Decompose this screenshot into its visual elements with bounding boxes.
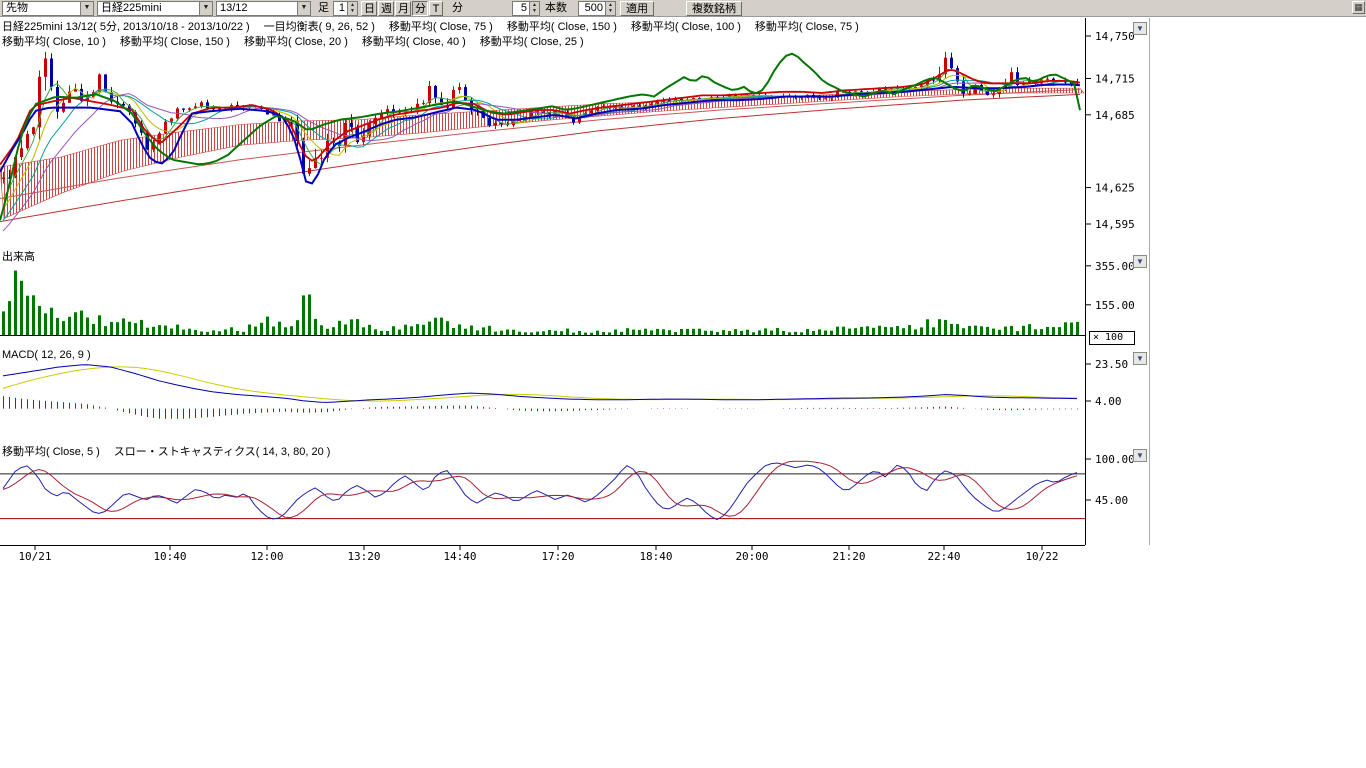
volume-panel-label: 出来高	[2, 251, 35, 264]
svg-text:10/21: 10/21	[18, 550, 51, 563]
period-minute-button[interactable]: 分	[412, 1, 428, 16]
legend-ma150b: 移動平均( Close, 150 )	[120, 36, 230, 49]
apply-button[interactable]: 適用	[620, 1, 654, 16]
multi-symbol-button[interactable]: 複数銘柄	[686, 1, 742, 16]
svg-text:100.00: 100.00	[1095, 453, 1135, 466]
symbol-select-value: 日経225mini	[98, 2, 199, 15]
chevron-down-icon[interactable]: ▼	[297, 2, 310, 15]
minute-value: 5	[513, 2, 529, 15]
spin-down-icon[interactable]: ▼	[606, 8, 615, 14]
trading-app-window: { "toolbar": { "market_select": "先物", "s…	[0, 0, 1366, 768]
minute-stepper[interactable]: 5 ▲▼	[512, 1, 540, 16]
svg-text:355.00: 355.00	[1095, 260, 1135, 273]
interval-value: 1	[334, 2, 347, 15]
legend-ichimoku: 一目均衡表( 9, 26, 52 )	[264, 21, 375, 34]
bar-type-label: 足	[318, 1, 329, 15]
macd-panel-label: MACD( 12, 26, 9 )	[2, 349, 91, 362]
spin-down-icon[interactable]: ▼	[348, 8, 357, 14]
volume-multiplier-badge: × 100	[1089, 331, 1135, 345]
legend-ma75b: 移動平均( Close, 75 )	[755, 21, 859, 34]
stoch-ma-label: 移動平均( Close, 5 )	[2, 446, 100, 459]
period-tick-button[interactable]: T	[429, 1, 443, 16]
interval-stepper[interactable]: 1 ▲▼	[333, 1, 358, 16]
contract-select[interactable]: 13/12 ▼	[216, 1, 311, 16]
svg-text:21:20: 21:20	[832, 550, 865, 563]
svg-text:12:00: 12:00	[250, 550, 283, 563]
stoch-panel-menu-arrow-icon[interactable]: ▼	[1133, 449, 1147, 462]
market-select[interactable]: 先物 ▼	[2, 1, 94, 16]
layout-grid-icon[interactable]: ▦	[1352, 1, 1365, 14]
chevron-down-icon[interactable]: ▼	[80, 2, 93, 15]
svg-text:13:20: 13:20	[347, 550, 380, 563]
legend-ma10: 移動平均( Close, 10 )	[2, 36, 106, 49]
bars-value: 500	[579, 2, 605, 15]
svg-text:14:40: 14:40	[443, 550, 476, 563]
svg-text:14,625: 14,625	[1095, 182, 1135, 195]
price-legend-row1: 日経225mini 13/12( 5分, 2013/10/18 - 2013/1…	[2, 21, 859, 34]
legend-ma40: 移動平均( Close, 40 )	[362, 36, 466, 49]
svg-text:155.00: 155.00	[1095, 299, 1135, 312]
svg-text:22:40: 22:40	[927, 550, 960, 563]
svg-text:4.00: 4.00	[1095, 395, 1122, 408]
svg-text:18:40: 18:40	[639, 550, 672, 563]
svg-text:10/22: 10/22	[1025, 550, 1058, 563]
period-day-button[interactable]: 日	[361, 1, 377, 16]
chart-canvas[interactable]: 10/21 10:40 12:00 13:20 14:40 17:20 18:40 20:00…	[0, 18, 1150, 570]
svg-text:14,715: 14,715	[1095, 72, 1135, 85]
svg-text:14,750: 14,750	[1095, 30, 1135, 43]
svg-text:45.00: 45.00	[1095, 494, 1128, 507]
price-panel-menu-arrow-icon[interactable]: ▼	[1133, 22, 1147, 35]
chevron-down-icon[interactable]: ▼	[199, 2, 212, 15]
price-legend-row2: 移動平均( Close, 10 ) 移動平均( Close, 150 ) 移動平…	[2, 36, 584, 49]
chart-title: 日経225mini 13/12( 5分, 2013/10/18 - 2013/1…	[2, 21, 250, 34]
legend-ma20: 移動平均( Close, 20 )	[244, 36, 348, 49]
svg-text:14,685: 14,685	[1095, 109, 1135, 122]
svg-text:10:40: 10:40	[153, 550, 186, 563]
legend-ma25: 移動平均( Close, 25 )	[480, 36, 584, 49]
spin-down-icon[interactable]: ▼	[530, 8, 539, 14]
stoch-panel-label: 移動平均( Close, 5 ) スロー・ストキャスティクス( 14, 3, 8…	[2, 446, 330, 459]
bars-label: 本数	[545, 1, 567, 15]
legend-ma100: 移動平均( Close, 100 )	[631, 21, 741, 34]
legend-ma75: 移動平均( Close, 75 )	[389, 21, 493, 34]
period-week-button[interactable]: 週	[378, 1, 394, 16]
period-month-button[interactable]: 月	[395, 1, 411, 16]
svg-text:14,595: 14,595	[1095, 218, 1135, 231]
svg-text:17:20: 17:20	[541, 550, 574, 563]
legend-ma150: 移動平均( Close, 150 )	[507, 21, 617, 34]
svg-text:20:00: 20:00	[735, 550, 768, 563]
stoch-label: スロー・ストキャスティクス( 14, 3, 80, 20 )	[114, 446, 331, 459]
svg-text:23.50: 23.50	[1095, 358, 1128, 371]
unit-label: 分	[452, 1, 463, 15]
symbol-select[interactable]: 日経225mini ▼	[97, 1, 213, 16]
toolbar: 先物 ▼ 日経225mini ▼ 13/12 ▼ 足 1 ▲▼ 日 週 月 分 …	[0, 0, 1366, 17]
macd-panel-menu-arrow-icon[interactable]: ▼	[1133, 352, 1147, 365]
volume-panel-menu-arrow-icon[interactable]: ▼	[1133, 255, 1147, 268]
contract-select-value: 13/12	[217, 2, 297, 15]
market-select-value: 先物	[3, 2, 80, 15]
bars-stepper[interactable]: 500 ▲▼	[578, 1, 616, 16]
